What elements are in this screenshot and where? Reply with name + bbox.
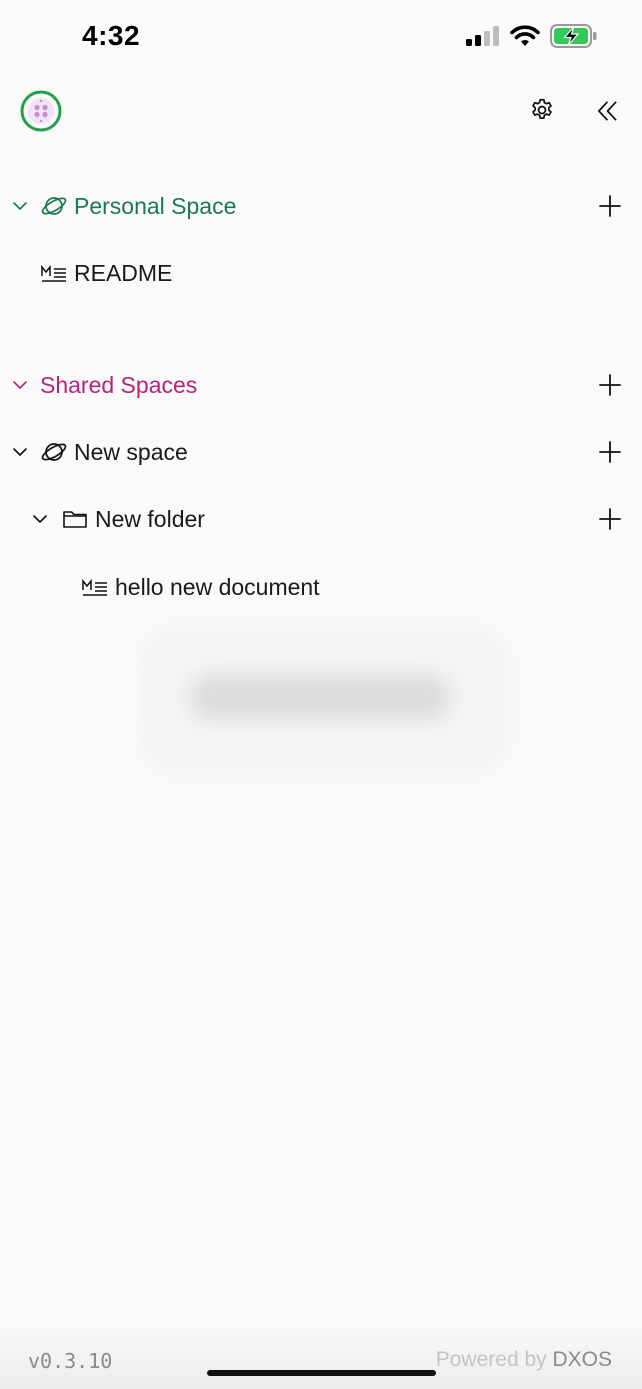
gear-icon [532, 98, 552, 119]
tree-item-label: hello new document [115, 573, 320, 600]
home-indicator[interactable] [207, 1370, 436, 1376]
chevron-down-icon[interactable] [12, 198, 28, 214]
settings-button[interactable] [526, 94, 558, 126]
tree-item-hello-new-document[interactable]: hello new document [0, 562, 642, 612]
app-version: v0.3.10 [28, 1349, 113, 1373]
status-icons [466, 24, 598, 48]
chevron-down-icon[interactable] [32, 511, 48, 527]
navigation-sidebar: 4:32 Personal Space README Shared Spaces… [0, 0, 642, 1389]
double-chevron-left-icon [598, 101, 617, 121]
add-to-folder-button[interactable] [598, 507, 622, 531]
folder-icon [61, 505, 89, 533]
add-to-personal-space-button[interactable] [598, 194, 622, 218]
tree-item-personal-space[interactable]: Personal Space [0, 181, 642, 231]
tree-item-shared-spaces[interactable]: Shared Spaces [0, 360, 642, 410]
add-shared-space-button[interactable] [598, 373, 622, 397]
tree-item-label: New space [74, 438, 188, 465]
wifi-icon [510, 25, 540, 46]
tree-item-new-space[interactable]: New space [0, 427, 642, 477]
tree-item-label: Personal Space [74, 192, 237, 219]
plus-icon [599, 195, 621, 217]
plus-icon [599, 374, 621, 396]
powered-by-label[interactable]: Powered by DXOS [436, 1348, 612, 1372]
tree-item-label: Shared Spaces [40, 371, 198, 398]
tree-item-readme[interactable]: README [0, 248, 642, 298]
plus-icon [599, 508, 621, 530]
cellular-signal-icon [466, 26, 499, 46]
markdown-icon [40, 259, 68, 287]
add-to-space-button[interactable] [598, 440, 622, 464]
markdown-icon [81, 573, 109, 601]
tree-item-label: New folder [95, 505, 205, 532]
collapse-sidebar-button[interactable] [590, 94, 624, 128]
blurred-toast-content [190, 675, 450, 719]
app-logo-icon[interactable] [20, 90, 62, 132]
chevron-down-icon[interactable] [12, 444, 28, 460]
chevron-down-icon[interactable] [12, 377, 28, 393]
tree-item-new-folder[interactable]: New folder [0, 494, 642, 544]
planet-icon [40, 192, 68, 220]
powered-by-brand: DXOS [552, 1348, 612, 1371]
powered-by-prefix: Powered by [435, 1348, 553, 1371]
battery-charging-icon [550, 24, 597, 48]
planet-icon [40, 438, 68, 466]
status-time: 4:32 [82, 20, 141, 51]
plus-icon [599, 441, 621, 463]
tree-item-label: README [74, 259, 173, 286]
